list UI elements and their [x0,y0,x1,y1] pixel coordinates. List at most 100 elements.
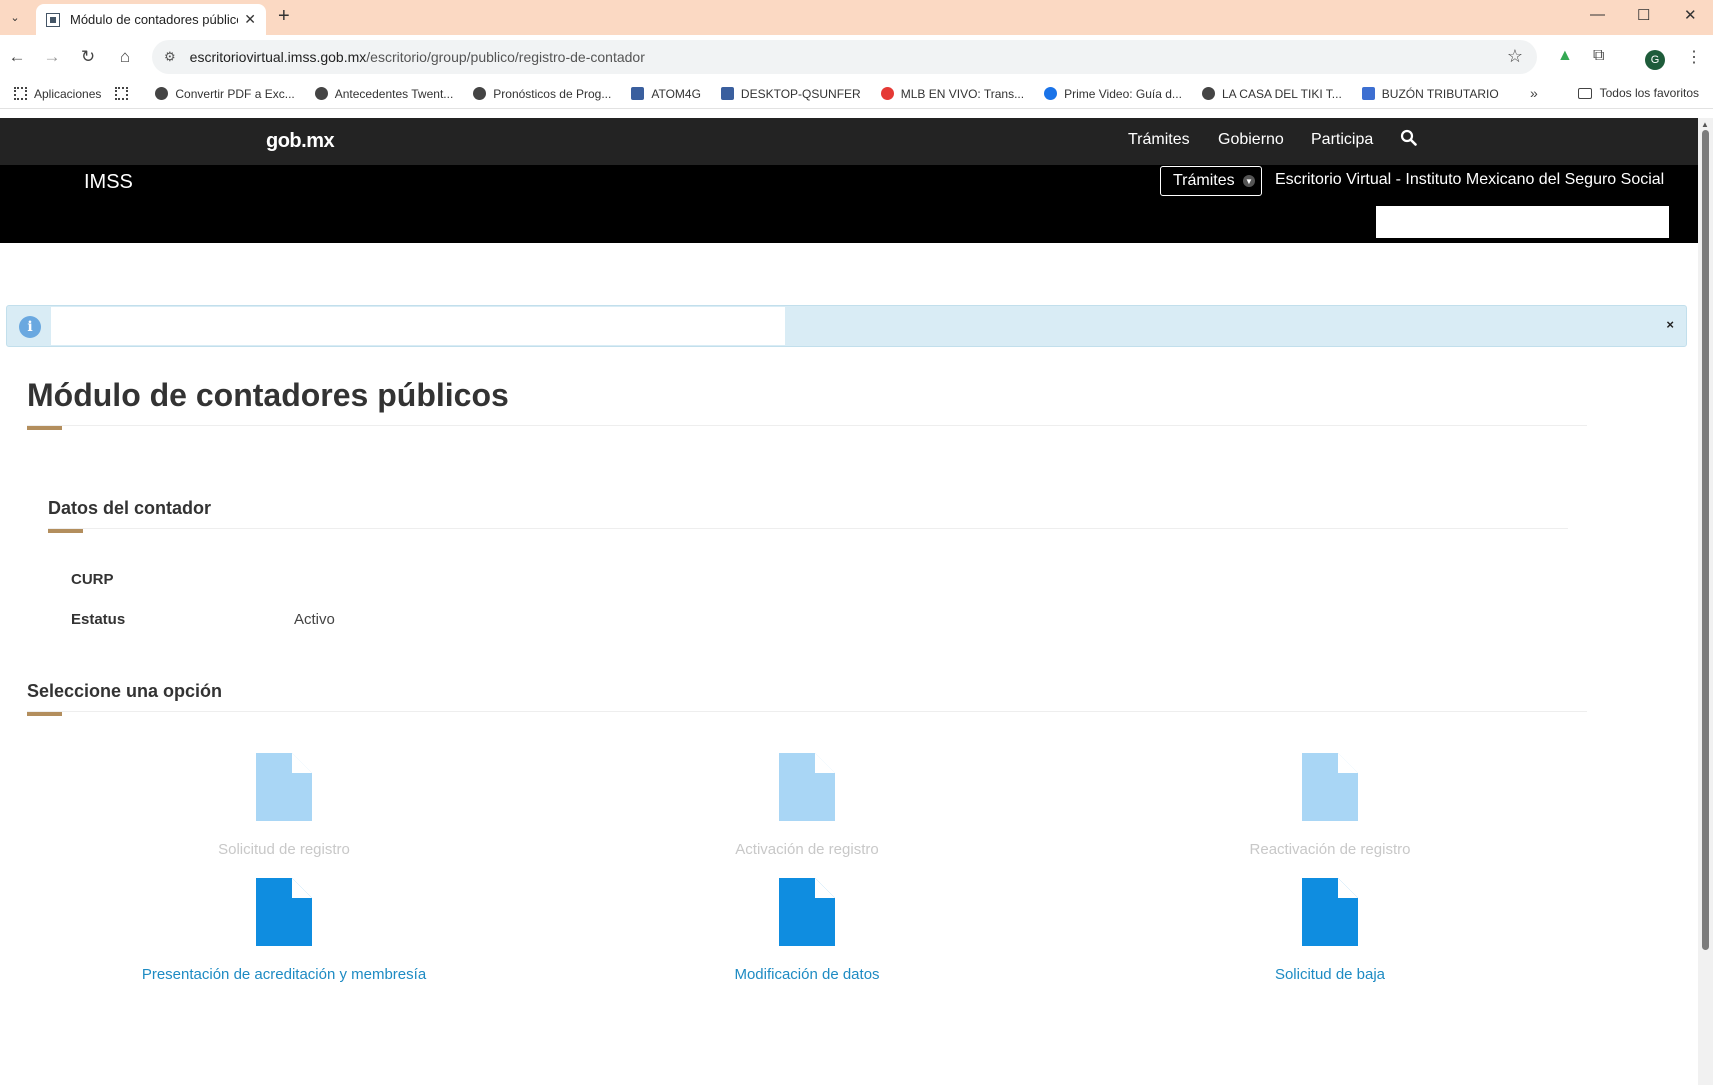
imss-logo[interactable]: IMSS [84,171,133,194]
option-solicitud-registro: Solicitud de registro [104,753,464,858]
alert-message-area [51,307,785,345]
site-info-icon[interactable]: ⚙ [164,49,176,65]
document-icon[interactable] [779,878,835,946]
nav-tramites[interactable]: Trámites [1128,131,1190,149]
forward-icon[interactable]: → [40,45,64,69]
datos-divider [48,528,1568,529]
bookmark-label: Convertir PDF a Exc... [175,86,295,101]
bookmark-item[interactable]: DESKTOP-QSUNFER [720,86,861,101]
address-bar[interactable]: ⚙ escritoriovirtual.imss.gob.mx/escritor… [152,40,1537,74]
profile-avatar[interactable]: G [1645,50,1665,70]
document-icon [779,753,835,821]
all-bookmarks[interactable]: Todos los favoritos [1577,86,1699,100]
tab-title: Módulo de contadores públicos [70,12,239,27]
tab-search-chevron-icon[interactable]: ⌄ [4,6,26,28]
home-icon[interactable]: ⌂ [113,45,137,69]
apps-grid-icon [14,87,27,100]
scroll-up-icon[interactable]: ▲ [1701,120,1709,129]
browser-tab-strip: ⌄ Módulo de contadores públicos ✕ + — ☐ … [0,0,1713,35]
option-solicitud-baja[interactable]: Solicitud de baja [1150,878,1510,983]
info-alert: i × [6,305,1687,347]
browser-toolbar: ← → ↻ ⌂ ⚙ escritoriovirtual.imss.gob.mx/… [0,35,1713,79]
option-link[interactable]: Solicitud de baja [1150,966,1510,983]
play-red-icon [880,87,894,100]
search-icon[interactable] [1400,129,1417,151]
play-blue-icon [1044,87,1058,100]
tramites-dropdown-label: Trámites [1173,172,1235,189]
curp-label: CURP [71,571,114,588]
bookmarks-overflow-icon[interactable]: » [1530,85,1538,101]
back-icon[interactable]: ← [5,45,29,69]
option-reactivacion-registro: Reactivación de registro [1150,753,1510,858]
drive-icon[interactable]: ▲ [1557,47,1573,65]
alert-close-icon[interactable]: × [1666,317,1674,332]
bookmark-item[interactable]: MLB EN VIVO: Trans... [880,86,1025,101]
option-modificacion-datos[interactable]: Modificación de datos [627,878,987,983]
datos-section-title: Datos del contador [48,498,212,518]
option-link[interactable]: Modificación de datos [627,966,987,983]
browser-menu-icon[interactable]: ⋮ [1686,47,1702,67]
all-bookmarks-label: Todos los favoritos [1599,86,1699,100]
option-label: Reactivación de registro [1249,841,1411,858]
estatus-label: Estatus [71,611,126,628]
bookmark-item[interactable]: Aplicaciones [14,87,101,101]
extensions-icon[interactable]: ⧉ [1593,47,1604,65]
url-path: /escritorio/group/publico/registro-de-co… [366,49,645,65]
bookmark-label: DESKTOP-QSUNFER [740,86,861,101]
bookmark-item[interactable]: Convertir PDF a Exc... [155,86,295,101]
globe-icon [1201,87,1215,100]
maximize-icon[interactable]: ☐ [1637,6,1650,24]
bookmark-item[interactable]: ATOM4G [631,87,701,101]
bookmark-star-icon[interactable]: ☆ [1507,46,1523,67]
bookmark-label: LA CASA DEL TIKI T... [1221,86,1342,101]
info-icon: i [19,316,41,338]
minimize-icon[interactable]: — [1590,6,1605,23]
option-label: Activación de registro [735,841,879,858]
document-icon [1302,753,1358,821]
reload-icon[interactable]: ↻ [76,45,100,69]
new-tab-icon[interactable]: + [278,5,290,28]
document-icon[interactable] [1302,878,1358,946]
bookmark-label: BUZÓN TRIBUTARIO [1381,86,1499,101]
page-scrollbar[interactable]: ▲ [1698,118,1713,1085]
bookmark-item[interactable]: Prime Video: Guía d... [1044,87,1182,101]
window-close-icon[interactable]: ✕ [1684,6,1697,24]
bookmark-item[interactable]: LA CASA DEL TIKI T... [1201,86,1342,101]
imss-search-input[interactable] [1376,206,1669,238]
tramites-dropdown-button[interactable]: Trámites ▼ [1160,166,1262,196]
chevron-down-icon: ▼ [1243,175,1255,187]
document-icon[interactable] [256,878,312,946]
bookmark-item[interactable]: Pronósticos de Prog... [473,87,611,101]
bookmark-label: Aplicaciones [34,86,102,101]
browser-tab-active[interactable]: Módulo de contadores públicos ✕ [36,4,266,35]
gobmx-header: gob.mx Trámites Gobierno Participa [0,118,1698,165]
estatus-value: Activo [294,611,335,628]
page-icon [631,87,645,100]
bookmark-item[interactable]: Antecedentes Twent... [314,86,454,101]
imss-header: IMSS Trámites ▼ Escritorio Virtual - Ins… [0,165,1698,243]
gobmx-logo[interactable]: gob.mx [266,130,335,153]
title-accent-bar [27,426,62,430]
nav-participa[interactable]: Participa [1311,131,1373,149]
bookmark-item[interactable] [115,87,135,100]
seleccione-accent-bar [27,712,62,716]
url-host: escritoriovirtual.imss.gob.mx [189,49,367,65]
scrollbar-thumb[interactable] [1702,130,1709,950]
bookmark-item[interactable]: BUZÓN TRIBUTARIO [1361,86,1499,101]
feather-icon [314,87,328,100]
bookmark-label: ATOM4G [651,86,701,101]
page-icon [720,87,734,100]
globe-icon [155,87,169,100]
option-link[interactable]: Presentación de acreditación y membresía [104,966,464,983]
blocks-icon [1361,87,1375,100]
bookmark-label: MLB EN VIVO: Trans... [900,86,1025,101]
grid-icon [115,87,129,100]
option-acreditacion-membresia[interactable]: Presentación de acreditación y membresía [104,878,464,983]
bookmark-label: Antecedentes Twent... [334,86,454,101]
tab-favicon-icon [46,12,60,27]
seleccione-divider [27,711,1587,712]
nav-gobierno[interactable]: Gobierno [1218,131,1284,149]
tab-close-icon[interactable]: ✕ [244,11,256,28]
title-divider [27,425,1587,426]
bookmark-label: Prime Video: Guía d... [1064,86,1182,101]
